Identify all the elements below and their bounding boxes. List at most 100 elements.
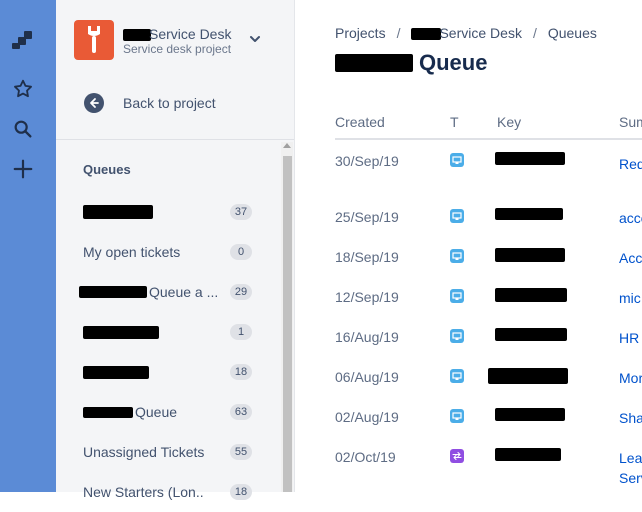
column-header-summary[interactable]: Sum [619, 114, 642, 130]
issue-key-redacted[interactable] [495, 152, 565, 165]
table-row[interactable]: 02/Oct/19 Leav Serv [335, 436, 642, 486]
breadcrumb: Projects / Service Desk / Queues [335, 25, 597, 41]
project-avatar [74, 20, 114, 60]
redacted-text [83, 325, 159, 339]
project-type: Service desk project [123, 42, 232, 56]
redacted-text [79, 286, 147, 298]
breadcrumb-projects[interactable]: Projects [335, 25, 386, 41]
table-row[interactable]: 25/Sep/19 acce [335, 196, 642, 236]
global-nav-rail [0, 0, 56, 492]
star-icon[interactable] [11, 77, 35, 101]
column-header-created[interactable]: Created [335, 114, 385, 130]
created-date: 25/Sep/19 [335, 209, 399, 225]
wrench-icon [88, 26, 100, 53]
page-title: Queue [335, 50, 487, 76]
service-request-icon [450, 409, 464, 423]
scrollbar-thumb[interactable] [283, 156, 292, 492]
queue-item-my-open-tickets[interactable]: My open tickets 0 [76, 232, 252, 272]
issue-summary[interactable]: Leav [619, 450, 642, 466]
created-date: 16/Aug/19 [335, 329, 399, 345]
table-row[interactable]: 30/Sep/19 Req [335, 140, 642, 180]
table-row[interactable]: 18/Sep/19 Acc [335, 236, 642, 276]
issue-key-redacted[interactable] [495, 248, 565, 262]
issue-summary[interactable]: mic [619, 290, 641, 306]
queue-count: 0 [230, 244, 252, 260]
issue-key-redacted[interactable] [495, 288, 567, 302]
scroll-up-arrow[interactable] [283, 143, 291, 148]
arrow-left-icon [84, 93, 104, 113]
queue-item[interactable]: 37 [76, 192, 252, 232]
issue-key-redacted[interactable] [495, 328, 567, 341]
column-header-type[interactable]: T [450, 114, 459, 130]
queue-item[interactable]: 18 [76, 352, 252, 392]
queue-label: Unassigned Tickets [83, 444, 205, 460]
created-date: 18/Sep/19 [335, 249, 399, 265]
issue-summary[interactable]: acce [619, 210, 642, 226]
issue-key-redacted[interactable] [495, 408, 565, 421]
page-title-text: Queue [419, 50, 488, 75]
queue-label: Queue a ... [149, 284, 219, 300]
service-request-icon [450, 289, 464, 303]
issue-summary[interactable]: Acc [619, 250, 642, 266]
table-row[interactable]: 02/Aug/19 Sha [335, 396, 642, 436]
created-date: 02/Aug/19 [335, 409, 399, 425]
queue-item[interactable]: 1 [76, 312, 252, 352]
column-header-key[interactable]: Key [497, 114, 521, 130]
project-name: Service Desk [149, 26, 232, 42]
search-icon[interactable] [11, 117, 35, 141]
redacted-text [83, 205, 153, 219]
table-row[interactable]: 06/Aug/19 Mor [335, 356, 642, 396]
queue-item[interactable]: Queue 63 [76, 392, 252, 432]
table-header: Created T Key Sum [335, 108, 642, 140]
redacted-text [123, 29, 151, 42]
queue-label: New Starters (Lon... [83, 484, 203, 500]
queue-list: 37 My open tickets 0 Queue a ... 29 1 18… [76, 192, 252, 512]
queue-item-new-starters[interactable]: New Starters (Lon... 18 [76, 472, 252, 512]
service-request-icon [450, 153, 464, 167]
service-request-icon [450, 249, 464, 263]
sidebar-divider [56, 139, 294, 140]
queue-count: 55 [230, 444, 252, 460]
created-date: 06/Aug/19 [335, 369, 399, 385]
project-switcher[interactable]: Service Desk Service desk project [74, 20, 284, 62]
back-to-project-link[interactable]: Back to project [84, 92, 216, 114]
breadcrumb-separator: / [396, 25, 401, 41]
queue-count: 18 [230, 484, 252, 500]
service-request-icon [450, 209, 464, 223]
plus-icon[interactable] [11, 157, 35, 181]
redacted-text [83, 406, 133, 418]
issue-summary[interactable]: Sha [619, 410, 642, 426]
queue-item-unassigned[interactable]: Unassigned Tickets 55 [76, 432, 252, 472]
queue-count: 1 [230, 324, 252, 340]
queue-count: 37 [230, 204, 252, 220]
created-date: 12/Sep/19 [335, 289, 399, 305]
breadcrumb-project[interactable]: Service Desk [411, 25, 522, 41]
queue-count: 18 [230, 364, 252, 380]
redacted-text [335, 54, 413, 72]
created-date: 02/Oct/19 [335, 449, 396, 465]
queues-heading: Queues [83, 162, 131, 177]
breadcrumb-queues[interactable]: Queues [548, 25, 597, 41]
issue-summary[interactable]: HR [619, 330, 639, 346]
issue-summary-line-2[interactable]: Serv [619, 470, 642, 486]
back-to-project-label: Back to project [123, 95, 216, 111]
table-row[interactable]: 12/Sep/19 mic [335, 276, 642, 316]
queue-count: 29 [230, 284, 252, 300]
redacted-text [83, 365, 149, 379]
jira-logo-icon[interactable] [11, 28, 35, 52]
breadcrumb-separator: / [532, 25, 537, 41]
service-request-icon [450, 329, 464, 343]
change-request-icon [450, 449, 464, 463]
service-request-icon [450, 369, 464, 383]
table-row[interactable]: 16/Aug/19 HR [335, 316, 642, 356]
project-sidebar: Service Desk Service desk project Back t… [56, 0, 295, 500]
issue-key-redacted[interactable] [495, 208, 563, 220]
issue-key-redacted[interactable] [488, 368, 568, 384]
chevron-down-icon[interactable] [248, 32, 262, 46]
issue-summary[interactable]: Req [619, 156, 642, 172]
queue-item[interactable]: Queue a ... 29 [76, 272, 252, 312]
created-date: 30/Sep/19 [335, 153, 399, 169]
issue-summary[interactable]: Mor [619, 370, 642, 386]
issue-key-redacted[interactable] [495, 448, 561, 461]
queue-label: Queue [135, 404, 178, 420]
